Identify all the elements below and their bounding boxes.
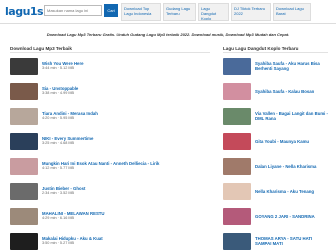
song-title[interactable]: Dalan Liyane - Nella Kharisma <box>255 164 316 169</box>
nav-gudang-lagu[interactable]: Gudang Lagu Terbaru <box>163 3 196 21</box>
list-item[interactable]: NIKI - Every Summertime 3:25 min · 4.68 M… <box>10 131 93 151</box>
song-thumbnail[interactable] <box>10 182 38 200</box>
song-thumbnail[interactable] <box>10 107 38 125</box>
list-item[interactable]: Makalai Hidupku - Aku & Kuat 3:50 min · 5… <box>10 231 103 251</box>
song-title[interactable]: Syahiba Saufa - Kalau Bosan <box>255 89 314 94</box>
nav-top-lagu[interactable]: Download Top Lagu Indonesia <box>121 3 161 21</box>
left-panel-title: Download Lagu Mp3 Terbaik <box>10 44 210 53</box>
song-title[interactable]: Nella Kharisma - Aku Tenang <box>255 189 314 194</box>
song-title[interactable]: THOMAS ARYA - SATU HATI SAMPAI MATI <box>255 236 328 246</box>
song-meta: 3:50 min · 5.27 MB <box>42 241 75 245</box>
list-item[interactable]: Justin Bieber - Ghost 2:34 min · 3.52 MB <box>10 181 85 201</box>
song-meta: 3:25 min · 4.68 MB <box>42 141 75 145</box>
nav-dangdut-koplo[interactable]: Lagu Dangdut Koplo <box>198 3 229 21</box>
list-item[interactable]: Mungkin Hari Ini Esok Atau Nanti - Annet… <box>10 156 159 176</box>
song-meta: 4:12 min · 5.77 MB <box>42 166 75 170</box>
song-title[interactable]: GOYANG 2 JARI - SANDRINA <box>255 214 315 219</box>
search-button[interactable]: Cari <box>104 4 118 17</box>
list-item[interactable]: MAHALINI - MELAWAN RESTU 4:29 min · 6.16 … <box>10 206 105 226</box>
song-thumbnail[interactable] <box>223 232 251 250</box>
site-logo[interactable]: lagu1s <box>5 4 44 18</box>
song-title[interactable]: Syahiba Saufa - Aku Harus Bisa Berhenti … <box>255 61 328 71</box>
song-thumbnail[interactable] <box>10 57 38 75</box>
song-thumbnail[interactable] <box>223 107 251 125</box>
list-item[interactable]: Tiara Andini - Merasa Indah 4:20 min · 5.… <box>10 106 98 126</box>
list-item[interactable]: Dalan Liyane - Nella Kharisma <box>223 156 316 176</box>
song-thumbnail[interactable] <box>10 232 38 250</box>
nav-dj-tiktok[interactable]: DJ Tiktok Terbaru 2022 <box>231 3 271 21</box>
right-panel-title: Lagu Lagu Dangdut Koplo Terbaru <box>223 44 328 53</box>
left-panel: Download Lagu Mp3 Terbaik Wish You Were … <box>10 44 210 250</box>
top-bar: lagu1s Cari Download Top Lagu Indonesia … <box>0 0 336 24</box>
right-panel: Lagu Lagu Dangdut Koplo Terbaru Syahiba … <box>223 44 328 250</box>
song-thumbnail[interactable] <box>10 207 38 225</box>
song-thumbnail[interactable] <box>223 182 251 200</box>
song-title[interactable]: Via Vallen - Bagai Langit dan Bumi - DML… <box>255 111 328 121</box>
list-item[interactable]: Via Vallen - Bagai Langit dan Bumi - DML… <box>223 106 328 126</box>
logo-text: lagu1s <box>5 4 44 18</box>
search-input[interactable] <box>44 5 102 16</box>
song-thumbnail[interactable] <box>223 207 251 225</box>
song-thumbnail[interactable] <box>223 157 251 175</box>
song-meta: 3:38 min · 4.99 MB <box>42 91 75 95</box>
list-item[interactable]: Wish You Were Here 3:44 min · 5.12 MB <box>10 56 84 76</box>
list-item[interactable]: GOYANG 2 JARI - SANDRINA <box>223 206 315 226</box>
list-item[interactable]: THOMAS ARYA - SATU HATI SAMPAI MATI <box>223 231 328 251</box>
song-meta: 2:34 min · 3.52 MB <box>42 191 75 195</box>
list-item[interactable]: Syahiba Saufa - Aku Harus Bisa Berhenti … <box>223 56 328 76</box>
list-item[interactable]: Gita Youbi - Maunya Kamu <box>223 131 309 151</box>
song-thumbnail[interactable] <box>10 132 38 150</box>
song-meta: 4:29 min · 6.16 MB <box>42 216 75 220</box>
song-thumbnail[interactable] <box>223 57 251 75</box>
song-thumbnail[interactable] <box>223 132 251 150</box>
list-item[interactable]: Sia - Unstoppable 3:38 min · 4.99 MB <box>10 81 78 101</box>
song-meta: 4:20 min · 5.95 MB <box>42 116 75 120</box>
nav-lagu-barat[interactable]: Download Lagu Barat <box>273 3 311 21</box>
song-thumbnail[interactable] <box>10 157 38 175</box>
song-title[interactable]: Gita Youbi - Maunya Kamu <box>255 139 309 144</box>
song-thumbnail[interactable] <box>223 82 251 100</box>
intro-text: Download Lagu Mp3 Terbaru Gratis. Unduh … <box>46 32 290 37</box>
list-item[interactable]: Syahiba Saufa - Kalau Bosan <box>223 81 314 101</box>
song-meta: 3:44 min · 5.12 MB <box>42 66 75 70</box>
song-thumbnail[interactable] <box>10 82 38 100</box>
list-item[interactable]: Nella Kharisma - Aku Tenang <box>223 181 314 201</box>
